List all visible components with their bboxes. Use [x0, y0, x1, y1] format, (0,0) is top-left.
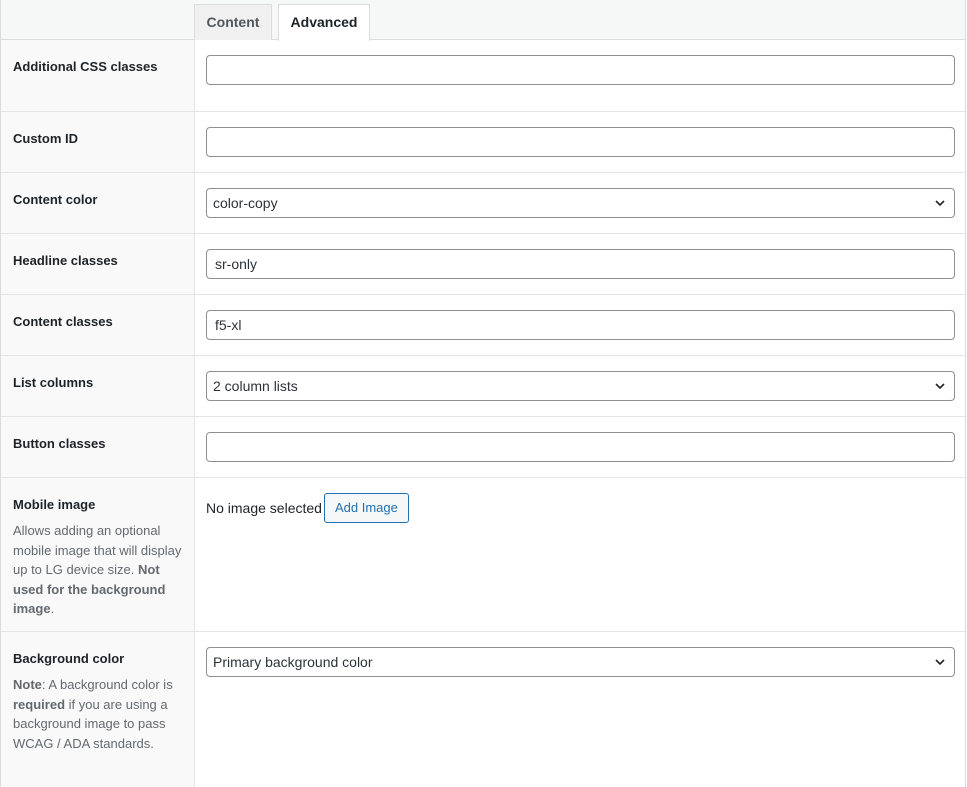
label-col: Custom ID	[1, 112, 195, 172]
css-classes-input[interactable]	[206, 55, 955, 85]
label-col: Content color	[1, 173, 195, 233]
field-description: Note: A background color is required if …	[13, 677, 173, 751]
no-image-status: No image selected	[206, 500, 322, 516]
row-css-classes: Additional CSS classes	[1, 40, 965, 112]
content-classes-input[interactable]: f5-xl	[206, 310, 955, 340]
field-label: Additional CSS classes	[13, 59, 158, 74]
headline-classes-input[interactable]: sr-only	[206, 249, 955, 279]
field-label: Button classes	[13, 436, 106, 451]
field-label: Background color	[13, 651, 125, 666]
row-background-color: Background color Note: A background colo…	[1, 632, 965, 787]
row-content-color: Content color color-copy	[1, 173, 965, 234]
field-description: Allows adding an optional mobile image t…	[13, 523, 182, 616]
add-image-button[interactable]: Add Image	[324, 493, 409, 523]
field-label: Custom ID	[13, 131, 78, 146]
background-color-select[interactable]: Primary background color	[206, 647, 955, 677]
row-custom-id: Custom ID	[1, 112, 965, 173]
custom-id-input[interactable]	[206, 127, 955, 157]
field-label: Content color	[13, 192, 98, 207]
field-label: Headline classes	[13, 253, 118, 268]
content-color-select[interactable]: color-copy	[206, 188, 955, 218]
tab-advanced[interactable]: Advanced	[278, 4, 370, 41]
select-value: color-copy	[213, 195, 278, 211]
field-label: Mobile image	[13, 497, 96, 512]
label-col: List columns	[1, 356, 195, 416]
label-col: Additional CSS classes	[1, 40, 195, 111]
row-headline-classes: Headline classes sr-only	[1, 234, 965, 295]
acf-field-group: Content Advanced Additional CSS classes …	[0, 0, 966, 787]
list-columns-select[interactable]: 2 column lists	[206, 371, 955, 401]
button-classes-input[interactable]	[206, 432, 955, 462]
field-label: List columns	[13, 375, 94, 390]
label-col: Content classes	[1, 295, 195, 355]
tab-bar: Content Advanced	[1, 0, 965, 41]
chevron-down-icon	[935, 383, 945, 390]
field-label: Content classes	[13, 314, 113, 329]
chevron-down-icon	[935, 659, 945, 666]
row-button-classes: Button classes	[1, 417, 965, 478]
tab-content[interactable]: Content	[194, 4, 272, 40]
select-value: Primary background color	[213, 654, 373, 670]
row-mobile-image: Mobile image Allows adding an optional m…	[1, 478, 965, 632]
chevron-down-icon	[935, 200, 945, 207]
row-content-classes: Content classes f5-xl	[1, 295, 965, 356]
label-col: Background color Note: A background colo…	[1, 632, 195, 787]
select-value: 2 column lists	[213, 378, 298, 394]
label-col: Mobile image Allows adding an optional m…	[1, 478, 195, 631]
label-col: Button classes	[1, 417, 195, 477]
row-list-columns: List columns 2 column lists	[1, 356, 965, 417]
label-col: Headline classes	[1, 234, 195, 294]
